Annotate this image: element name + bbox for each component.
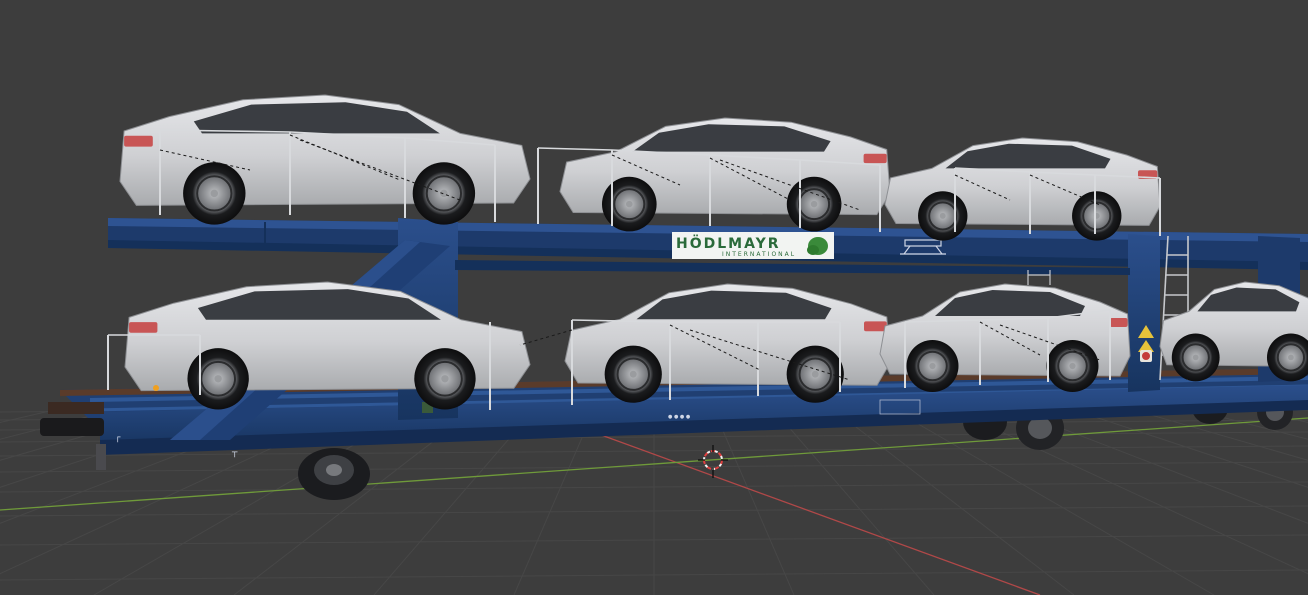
upper-car-1 xyxy=(119,94,531,225)
company-logo: HÖDLMAYR INTERNATIONAL xyxy=(672,232,834,259)
3d-viewport[interactable]: ● ● ● ● ┌ ┬ HÖDLMAYR INTERNATIONAL xyxy=(0,0,1308,595)
object-origin xyxy=(153,385,159,391)
svg-text:┌: ┌ xyxy=(115,433,121,443)
scene: ● ● ● ● ┌ ┬ HÖDLMAYR INTERNATIONAL xyxy=(0,94,1308,595)
svg-text:● ● ● ●: ● ● ● ● xyxy=(668,414,691,420)
3d-cursor-icon[interactable] xyxy=(698,445,728,478)
logo-name: HÖDLMAYR xyxy=(676,234,781,252)
front-bogie xyxy=(298,448,370,500)
logo-subtitle: INTERNATIONAL xyxy=(722,251,796,258)
upper-car-2 xyxy=(559,117,891,232)
x-axis-line xyxy=(559,419,1041,595)
upper-car-3 xyxy=(884,137,1161,241)
lower-car-4 xyxy=(1159,281,1308,382)
svg-text:┬: ┬ xyxy=(231,448,238,458)
